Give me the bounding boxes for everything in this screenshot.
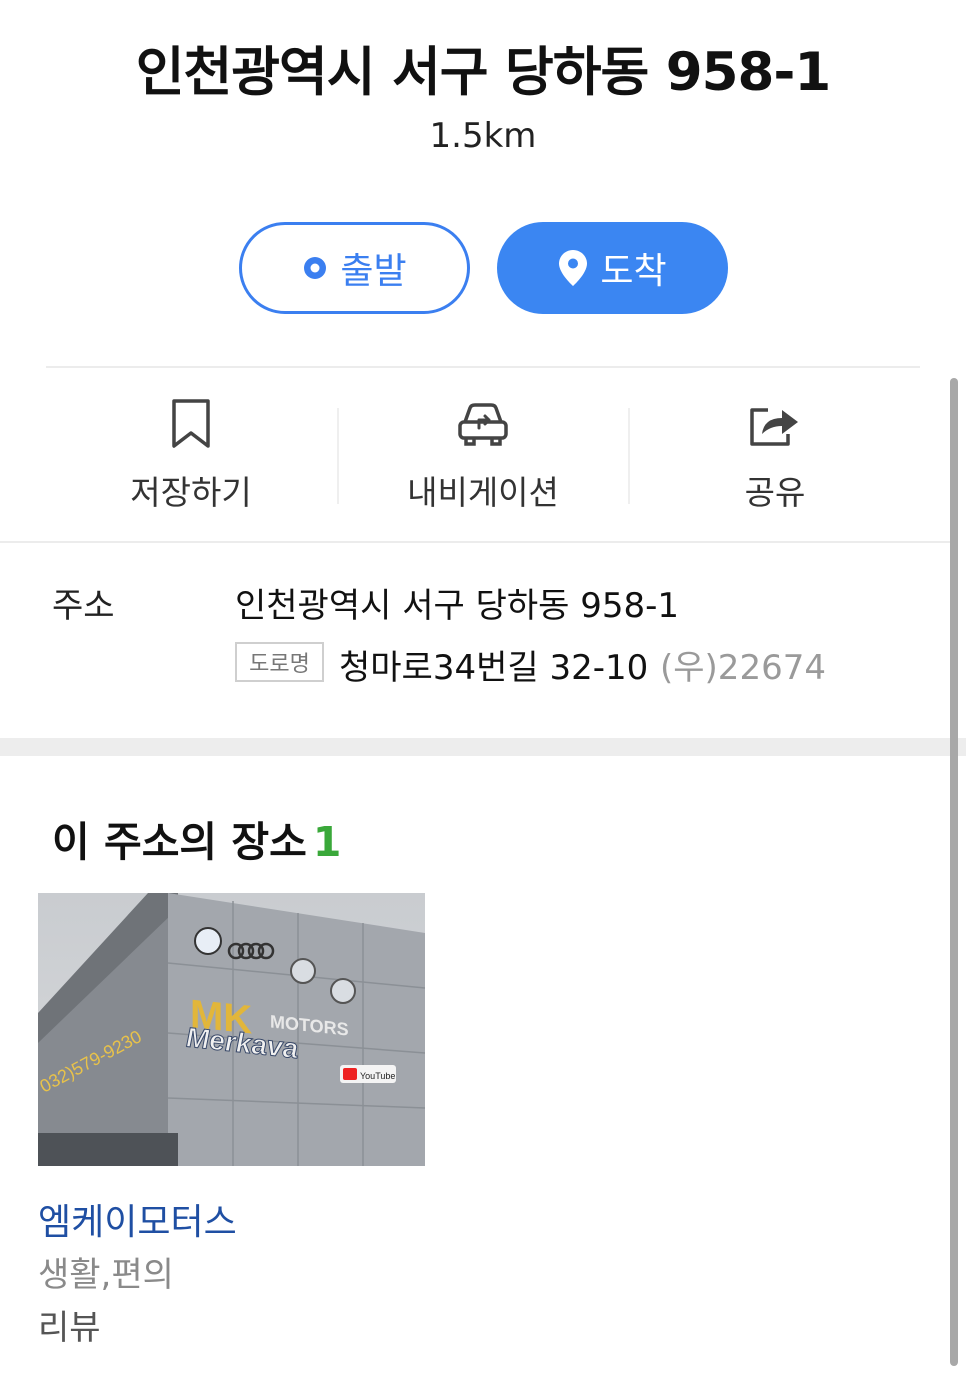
share-icon bbox=[748, 396, 802, 452]
save-button[interactable]: 저장하기 bbox=[46, 380, 336, 520]
places-heading: 이 주소의 장소 1 bbox=[52, 808, 341, 868]
navigation-car-icon bbox=[457, 396, 509, 452]
place-category: 생활,편의 bbox=[38, 1255, 174, 1295]
road-address-badge: 도로명 bbox=[235, 642, 324, 682]
places-count: 1 bbox=[312, 818, 342, 866]
share-label: 공유 bbox=[744, 473, 806, 512]
photo-sign-yt: YouTube bbox=[360, 1071, 395, 1081]
section-separator bbox=[0, 738, 966, 756]
address-label: 주소 bbox=[52, 586, 115, 626]
scrollbar[interactable] bbox=[950, 378, 958, 1366]
action-bar: 저장하기 내비게이션 공유 bbox=[46, 380, 920, 520]
start-button-label: 출발 bbox=[340, 251, 407, 292]
share-button[interactable]: 공유 bbox=[630, 380, 920, 520]
place-name-link[interactable]: 엠케이모터스 bbox=[38, 1193, 237, 1245]
place-review-link[interactable]: 리뷰 bbox=[38, 1300, 101, 1349]
divider bbox=[46, 366, 920, 368]
arrive-button[interactable]: 도착 bbox=[497, 222, 728, 314]
jibun-address: 인천광역시 서구 당하동 958-1 bbox=[235, 586, 680, 626]
place-photo[interactable]: MK MOTORS Merkava YouTube 032)579-9230 bbox=[38, 893, 425, 1166]
page-title: 인천광역시 서구 당하동 958-1 bbox=[135, 42, 831, 103]
origin-dot-icon bbox=[302, 255, 328, 281]
divider bbox=[0, 541, 950, 543]
road-address: 청마로34번길 32-10 bbox=[339, 648, 649, 688]
places-heading-text: 이 주소의 장소 bbox=[52, 818, 307, 866]
location-pin-icon bbox=[558, 249, 588, 287]
save-label: 저장하기 bbox=[130, 473, 252, 512]
arrive-button-label: 도착 bbox=[600, 251, 667, 292]
postal-code: (우)22674 bbox=[660, 648, 826, 688]
navigation-label: 내비게이션 bbox=[407, 473, 559, 512]
distance-text: 1.5km bbox=[429, 116, 537, 156]
bookmark-icon bbox=[171, 396, 211, 452]
navigation-button[interactable]: 내비게이션 bbox=[338, 380, 628, 520]
start-button[interactable]: 출발 bbox=[239, 222, 470, 314]
